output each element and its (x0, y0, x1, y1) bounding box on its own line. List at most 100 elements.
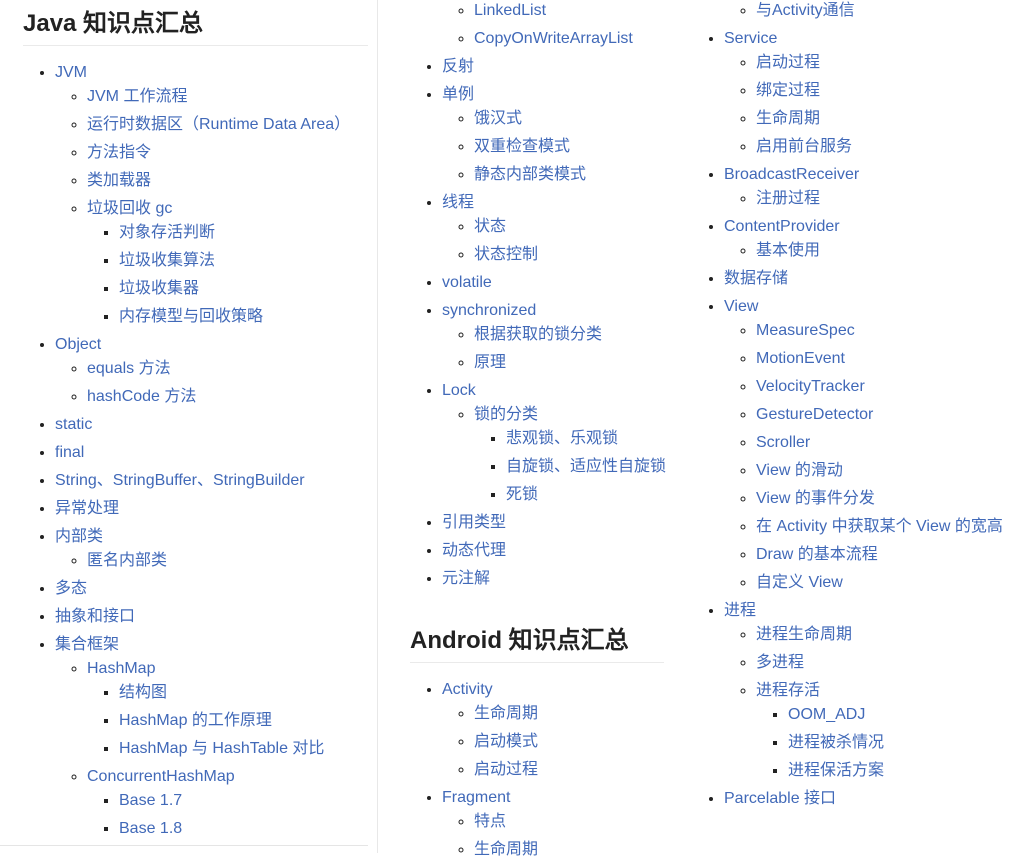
toc-link[interactable]: 匿名内部类 (87, 552, 167, 569)
toc-link[interactable]: 状态 (474, 218, 506, 235)
toc-link[interactable]: 内部类 (55, 528, 103, 545)
toc-link[interactable]: View 的事件分发 (756, 490, 875, 507)
toc-link[interactable]: 启动过程 (756, 54, 820, 71)
toc-link[interactable]: 生命周期 (756, 110, 820, 127)
toc-link[interactable]: 绑定过程 (756, 82, 820, 99)
toc-link[interactable]: 进程 (724, 602, 756, 619)
toc-link[interactable]: MeasureSpec (756, 322, 855, 339)
toc-link[interactable]: 引用类型 (442, 514, 506, 531)
toc-link[interactable]: 悲观锁、乐观锁 (506, 430, 618, 447)
toc-link[interactable]: 锁的分类 (474, 406, 538, 423)
toc-link[interactable]: 注册过程 (756, 190, 820, 207)
toc-link[interactable]: HashMap (87, 660, 155, 677)
toc-link[interactable]: 死锁 (506, 486, 538, 503)
toc-link[interactable]: 类加载器 (87, 172, 151, 189)
toc-item: 集合框架 HashMap 结构图 HashMap 的工作原理 HashMap 与 Has… (55, 633, 350, 841)
toc-link[interactable]: HashMap 的工作原理 (119, 712, 272, 729)
toc-link[interactable]: VelocityTracker (756, 378, 865, 395)
toc-link[interactable]: 垃圾收集算法 (119, 252, 215, 269)
toc-link[interactable]: 饿汉式 (474, 110, 522, 127)
toc-link[interactable]: View (724, 298, 758, 315)
toc-link[interactable]: Parcelable 接口 (724, 790, 836, 807)
toc-sublist: 基本使用 (724, 239, 1016, 263)
toc-link[interactable]: 结构图 (119, 684, 167, 701)
toc-link[interactable]: 生命周期 (474, 841, 538, 858)
toc-link[interactable]: CopyOnWriteArrayList (474, 30, 633, 47)
toc-link[interactable]: 启动过程 (474, 761, 538, 778)
toc-link[interactable]: 进程被杀情况 (788, 734, 884, 751)
toc-link[interactable]: Lock (442, 382, 476, 399)
toc-link[interactable]: 原理 (474, 354, 506, 371)
toc-link[interactable]: Fragment (442, 789, 510, 806)
toc-link[interactable]: 多态 (55, 580, 87, 597)
toc-link[interactable]: 静态内部类模式 (474, 166, 586, 183)
toc-link[interactable]: Activity (442, 681, 493, 698)
toc-link[interactable]: hashCode 方法 (87, 388, 196, 405)
toc-link[interactable]: 生命周期 (474, 705, 538, 722)
toc-link[interactable]: 与Activity通信 (756, 2, 855, 19)
toc-link[interactable]: Base 1.7 (119, 792, 182, 809)
toc-link[interactable]: volatile (442, 274, 492, 291)
java-heading: Java 知识点汇总 (23, 9, 368, 46)
toc-item: 多态 (55, 577, 350, 601)
toc-link[interactable]: final (55, 444, 84, 461)
toc-link[interactable]: 启动模式 (474, 733, 538, 750)
toc-link[interactable]: 异常处理 (55, 500, 119, 517)
toc-link[interactable]: 运行时数据区（Runtime Data Area） (87, 116, 350, 133)
toc-link[interactable]: 进程存活 (756, 682, 820, 699)
toc-link[interactable]: 自旋锁、适应性自旋锁 (506, 458, 666, 475)
toc-link[interactable]: View 的滑动 (756, 462, 843, 479)
toc-link[interactable]: 垃圾回收 gc (87, 200, 172, 217)
toc-link[interactable]: MotionEvent (756, 350, 845, 367)
toc-link[interactable]: OOM_ADJ (788, 706, 865, 723)
toc-link[interactable]: BroadcastReceiver (724, 166, 859, 183)
toc-link[interactable]: ContentProvider (724, 218, 840, 235)
android-heading: Android 知识点汇总 (410, 626, 664, 663)
toc-item: 数据存储 (724, 267, 1016, 291)
toc-item: JVM 工作流程 (87, 85, 350, 109)
toc-link[interactable]: 内存模型与回收策略 (119, 308, 263, 325)
toc-link[interactable]: JVM 工作流程 (87, 88, 187, 105)
toc-link[interactable]: Scroller (756, 434, 810, 451)
toc-link[interactable]: 集合框架 (55, 636, 119, 653)
toc-link[interactable]: 自定义 View (756, 574, 843, 591)
toc-link[interactable]: String、StringBuffer、StringBuilder (55, 472, 305, 489)
toc-link[interactable]: synchronized (442, 302, 536, 319)
toc-link[interactable]: 抽象和接口 (55, 608, 135, 625)
android-toc: Activity生命周期启动模式启动过程Fragment特点生命周期 (387, 678, 669, 862)
toc-link[interactable]: 双重检查模式 (474, 138, 570, 155)
toc-link[interactable]: 启用前台服务 (756, 138, 852, 155)
toc-link[interactable]: 多进程 (756, 654, 804, 671)
toc-link[interactable]: 元注解 (442, 570, 490, 587)
toc-link[interactable]: 对象存活判断 (119, 224, 215, 241)
toc-link[interactable]: 方法指令 (87, 144, 151, 161)
toc-link[interactable]: 进程保活方案 (788, 762, 884, 779)
toc-item: 启动模式 (474, 730, 669, 754)
toc-link[interactable]: Service (724, 30, 777, 47)
toc-link[interactable]: Draw 的基本流程 (756, 546, 878, 563)
toc-link[interactable]: 垃圾收集器 (119, 280, 199, 297)
toc-link[interactable]: Object (55, 336, 101, 353)
toc-link[interactable]: GestureDetector (756, 406, 873, 423)
toc-link[interactable]: HashMap 与 HashTable 对比 (119, 740, 324, 757)
toc-link[interactable]: 特点 (474, 813, 506, 830)
toc-link[interactable]: static (55, 416, 92, 433)
toc-link[interactable]: LinkedList (474, 2, 546, 19)
toc-link[interactable]: 单例 (442, 86, 474, 103)
toc-link[interactable]: 反射 (442, 58, 474, 75)
toc-link[interactable]: 在 Activity 中获取某个 View 的宽高 (756, 518, 1003, 535)
toc-link[interactable]: JVM (55, 64, 87, 81)
toc-link[interactable]: 进程生命周期 (756, 626, 852, 643)
toc-item: MotionEvent (756, 347, 1016, 371)
toc-link[interactable]: ConcurrentHashMap (87, 768, 235, 785)
toc-link[interactable]: 基本使用 (756, 242, 820, 259)
toc-link[interactable]: 数据存储 (724, 270, 788, 287)
toc-link[interactable]: 动态代理 (442, 542, 506, 559)
toc-link[interactable]: equals 方法 (87, 360, 171, 377)
toc-item: 饿汉式 (474, 107, 669, 131)
toc-link[interactable]: Base 1.8 (119, 820, 182, 837)
toc-link[interactable]: 状态控制 (474, 246, 538, 263)
toc-link[interactable]: 线程 (442, 194, 474, 211)
toc-link[interactable]: 根据获取的锁分类 (474, 326, 602, 343)
toc-item: View 的事件分发 (756, 487, 1016, 511)
